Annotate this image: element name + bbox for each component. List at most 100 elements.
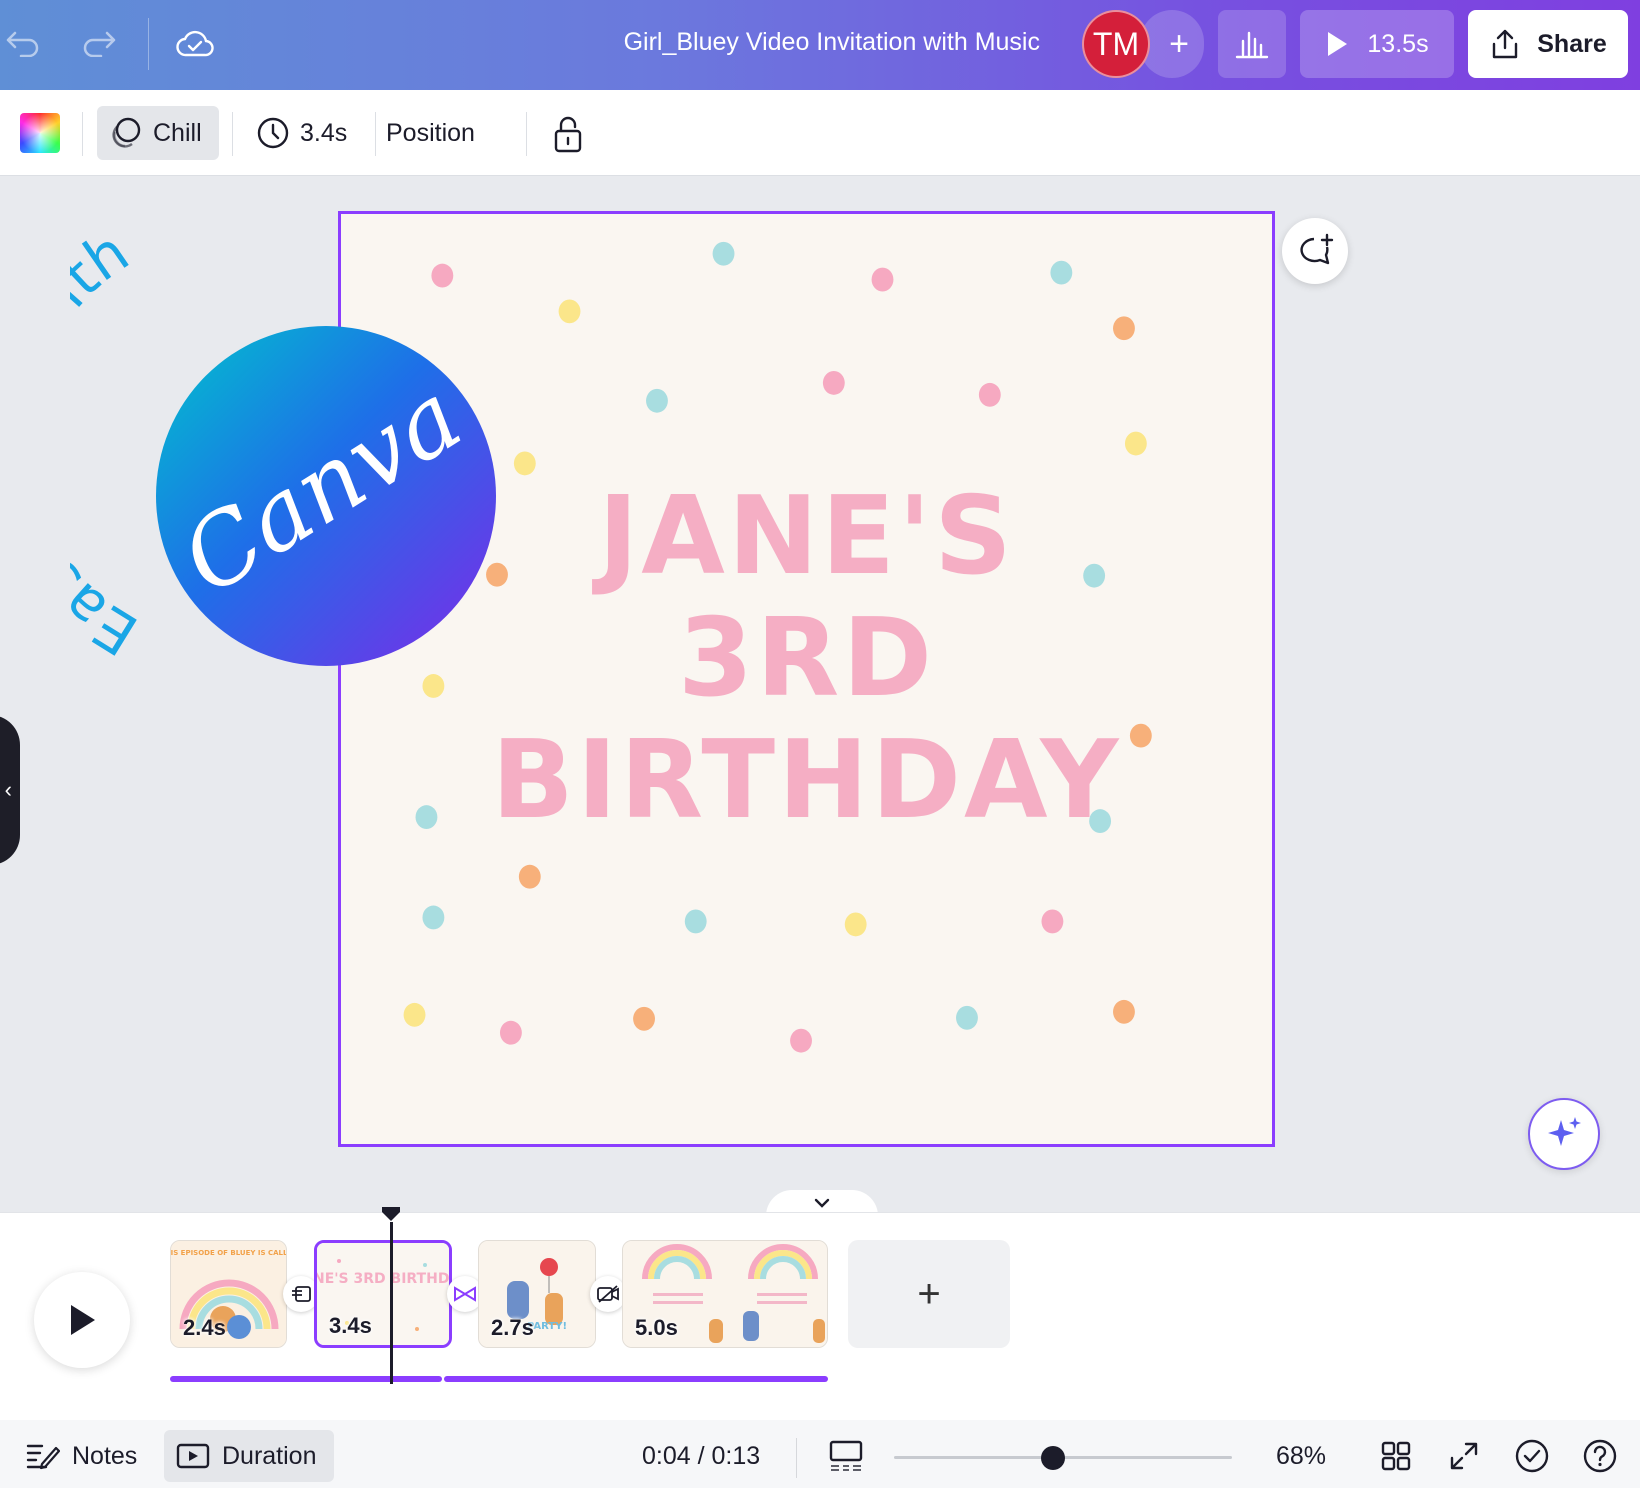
page-duration-button[interactable]: 3.4s [256,106,356,160]
zoom-slider[interactable] [894,1446,1232,1470]
play-icon [71,1305,95,1335]
zoom-level[interactable]: 68% [1276,1442,1326,1471]
animation-button[interactable]: Chill [97,106,219,160]
confetti-dot [956,1005,978,1030]
page-layout-button[interactable] [824,1434,868,1478]
page-duration: 2.7s [491,1315,534,1340]
timeline-play-button[interactable] [34,1272,130,1368]
zoom-slider-handle[interactable] [1040,1446,1065,1470]
confetti-dot [1041,909,1064,934]
toolbar-divider [82,112,83,156]
promo-arc-text: Easily edit with [70,230,149,669]
confetti-dot [871,267,894,292]
confetti-dot [633,1006,655,1031]
page-layout-icon [829,1440,863,1471]
comment-add-icon [1300,233,1334,265]
top-bar: Girl_Bluey Video Invitation with Music +… [0,0,1640,90]
notes-button[interactable]: Notes [14,1430,149,1482]
page-thumbnail-1[interactable]: THIS EPISODE OF BLUEY IS CALLED 2.4s [170,1240,287,1348]
present-duration: 13.5s [1367,29,1429,58]
confetti-dot [1113,999,1135,1024]
playhead-handle[interactable] [381,1206,401,1222]
confetti-dot [518,864,541,889]
sparkle-icon [1548,1117,1581,1146]
toolbar-divider [232,112,233,156]
insights-icon [1235,31,1269,59]
no-transition-icon [597,1285,619,1303]
editor-window: Girl_Bluey Video Invitation with Music +… [0,0,1640,1488]
expand-icon [1450,1442,1478,1470]
lock-icon [554,116,582,153]
playhead[interactable] [390,1222,393,1384]
thumbnail-caption: THIS EPISODE OF BLUEY IS CALLED [171,1249,287,1257]
animate-icon [112,117,141,148]
add-page-button[interactable]: + [848,1240,1010,1348]
confetti-dot [712,241,735,266]
confetti-dot [513,451,536,476]
share-upload-icon [1493,29,1518,59]
duration-label: Duration [222,1441,317,1470]
toolbar-divider [526,112,527,156]
confetti-dot [1113,316,1135,341]
transition-button-3[interactable] [590,1276,626,1312]
page-duration: 3.4s [329,1313,372,1338]
toolbar-divider [796,1438,797,1478]
position-button[interactable]: Position [368,106,493,160]
clock-icon [257,117,289,149]
cloud-saved-icon[interactable] [172,20,218,66]
color-picker-swatch[interactable] [20,113,60,153]
page-thumbnail-3[interactable]: PARTY! 2.7s [478,1240,596,1348]
side-panel-toggle[interactable]: ‹ [0,715,20,865]
redo-icon[interactable] [76,20,122,66]
toolbar-divider [148,18,149,70]
help-icon [1583,1439,1617,1473]
help-button[interactable] [1578,1434,1622,1478]
check-accessibility-button[interactable] [1510,1434,1554,1478]
lock-button[interactable] [548,112,588,156]
page-duration: 2.4s [183,1315,226,1340]
confetti-dot [646,388,668,413]
play-icon [1328,32,1348,56]
bottom-bar: Notes Duration 0:04 / 0:13 68% [0,1420,1640,1488]
bowtie-transition-icon [454,1286,476,1302]
undo-icon[interactable] [0,20,46,66]
duration-button[interactable]: Duration [164,1430,334,1482]
share-button[interactable]: Share [1468,10,1628,78]
confetti-dot [1124,431,1147,456]
add-comment-button[interactable] [1282,218,1348,284]
document-title[interactable]: Girl_Bluey Video Invitation with Music [560,28,1040,57]
thumbnail-caption: JANE'S 3RD BIRTHDAY [317,1271,449,1287]
confetti-dot [844,912,867,937]
canva-promo-badge: Easily edit with Canva [70,230,496,669]
confetti-dot [558,299,581,324]
animation-label: Chill [153,118,202,147]
plus-icon: + [1169,24,1189,63]
timeline-progress-segment [444,1376,828,1382]
fullscreen-button[interactable] [1442,1434,1486,1478]
time-readout: 0:04 / 0:13 [642,1442,761,1470]
check-circle-icon [1515,1439,1549,1473]
chevron-down-icon [814,1198,830,1208]
confetti-dot [684,909,707,934]
confetti-dot [978,382,1001,407]
headline-line: BIRTHDAY [491,718,1122,843]
notes-icon [26,1444,60,1470]
confetti-dot [422,905,445,930]
page-thumbnail-4[interactable]: 5.0s [622,1240,828,1348]
share-label: Share [1537,29,1607,58]
timeline-progress-segment [170,1376,442,1382]
page-thumbnail-2[interactable]: JANE'S 3RD BIRTHDAY 3.4s [314,1240,452,1348]
confetti-dot [790,1028,812,1053]
chevron-left-icon: ‹ [4,777,12,802]
notes-label: Notes [72,1441,138,1470]
confetti-dot [822,370,845,395]
video-timeline-icon [176,1443,210,1469]
grid-view-button[interactable] [1374,1434,1418,1478]
insights-button[interactable] [1218,10,1286,78]
transition-icon [292,1286,311,1302]
grid-icon [1381,1441,1411,1471]
avatar[interactable]: TM [1082,10,1150,78]
present-button[interactable]: 13.5s [1300,10,1454,78]
magic-assistant-button[interactable] [1528,1098,1600,1170]
confetti-dot [403,1002,426,1027]
